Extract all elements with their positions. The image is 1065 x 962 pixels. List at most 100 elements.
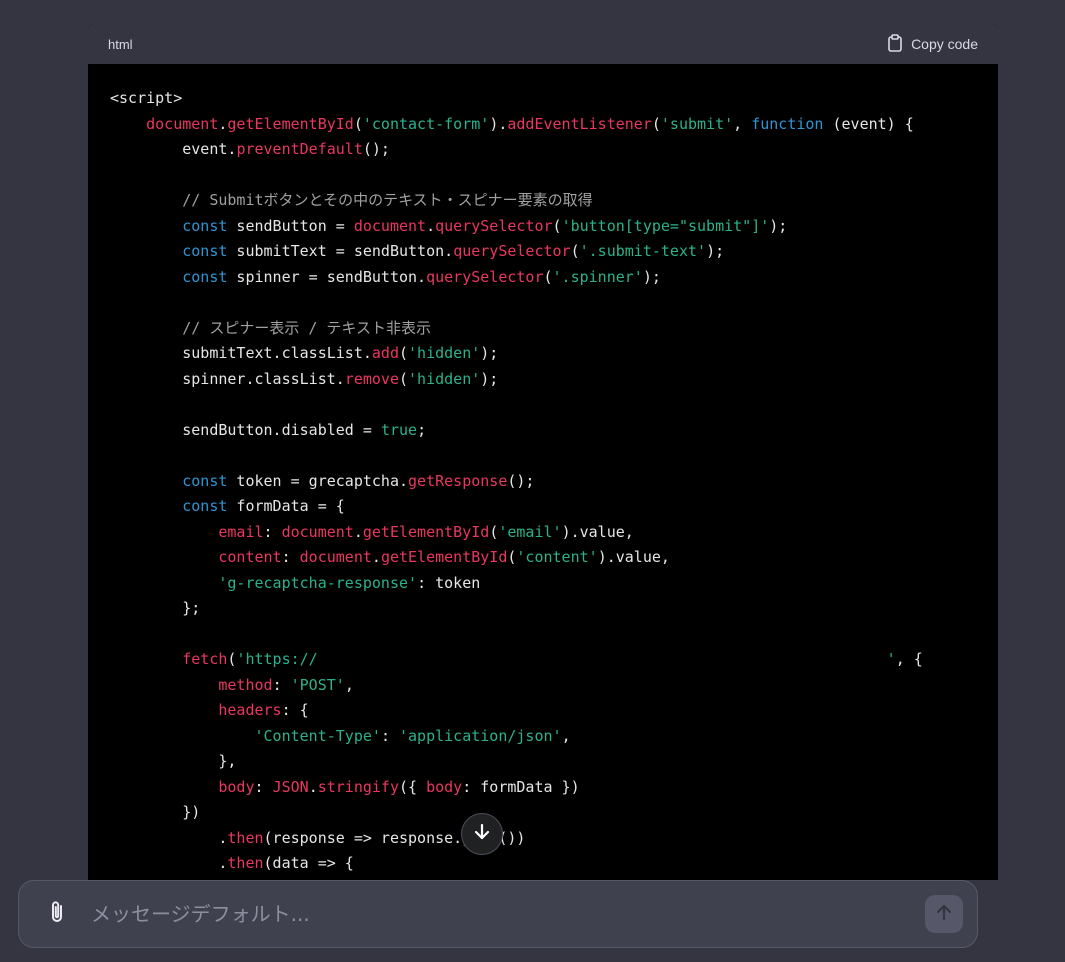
code-token: 'email' [498, 522, 562, 541]
code-token: (); [362, 140, 390, 158]
code-line: email: document.getElementById('email').… [110, 520, 976, 546]
code-token: getElementById [227, 114, 354, 133]
code-token: (data => { [263, 854, 354, 872]
code-token: document [353, 216, 427, 235]
code-line: content: document.getElementById('conten… [110, 545, 976, 571]
code-token: . [426, 216, 436, 235]
scroll-to-bottom-button[interactable] [461, 813, 503, 855]
code-token: ( [399, 344, 409, 362]
code-token: function [751, 114, 824, 133]
code-token: : [380, 726, 399, 745]
code-token: const [182, 267, 228, 286]
code-token: // Submitボタンとその中のテキスト・スピナー要素の取得 [182, 191, 593, 209]
code-token: submitText = sendButton. [227, 242, 454, 260]
send-button[interactable] [925, 895, 963, 933]
code-line: // Submitボタンとその中のテキスト・スピナー要素の取得 [110, 188, 976, 214]
code-token: sendButton = [227, 216, 354, 235]
code-token: , [561, 726, 571, 745]
copy-code-button[interactable]: Copy code [887, 33, 978, 55]
code-line: const token = grecaptcha.getResponse(); [110, 469, 976, 495]
code-token: , { [895, 650, 923, 668]
code-token: 'submit' [660, 114, 734, 133]
code-token: 'application/json' [399, 726, 562, 745]
code-token: 'contact-form' [362, 114, 490, 133]
code-line: const sendButton = document.querySelecto… [110, 214, 976, 240]
attach-button[interactable] [37, 894, 77, 934]
code-line: fetch('https:// ', { [110, 647, 976, 673]
code-token: ).value, [597, 548, 670, 566]
code-line: // スピナー表示 / テキスト非表示 [110, 316, 976, 342]
code-token: . [371, 548, 381, 566]
code-token: 'hidden' [408, 369, 481, 388]
code-line: }) [110, 800, 976, 826]
code-token: : [272, 675, 291, 694]
code-token: getResponse [408, 471, 508, 490]
code-token: ); [769, 216, 788, 235]
code-token: ({ [399, 777, 427, 796]
code-line: document.getElementById('contact-form').… [110, 112, 976, 138]
code-line: submitText.classList.add('hidden'); [110, 341, 976, 367]
code-token: 'Content-Type' [254, 726, 381, 745]
code-line: const spinner = sendButton.querySelector… [110, 265, 976, 291]
code-token: <script> [110, 89, 183, 107]
code-token: body [218, 777, 255, 796]
code-token: 'g-recaptcha-response' [218, 573, 418, 592]
paperclip-icon [46, 899, 68, 929]
code-token: ( [399, 369, 409, 388]
code-token: ). [489, 114, 508, 133]
code-token: spinner.classList. [110, 369, 345, 388]
code-token: ); [706, 242, 725, 260]
code-token: token = grecaptcha. [227, 471, 409, 490]
code-token: querySelector [453, 242, 571, 260]
arrow-up-icon [935, 903, 953, 925]
code-token: ); [480, 344, 499, 362]
code-token: remove [344, 369, 399, 388]
message-composer [18, 880, 978, 948]
code-token: '.submit-text' [579, 242, 707, 260]
code-token: then [227, 854, 264, 872]
code-token: 'button[type="submit"]' [561, 216, 770, 235]
code-line: .then(data => { [110, 851, 976, 877]
clipboard-icon [887, 33, 903, 55]
code-token: body [426, 777, 463, 796]
code-block: html Copy code <script> document.getElem… [88, 24, 998, 880]
code-token: querySelector [435, 216, 553, 235]
code-line: 'g-recaptcha-response': token [110, 571, 976, 597]
code-line: method: 'POST', [110, 673, 976, 699]
code-token: fetch [182, 650, 228, 668]
code-token: (event) { [823, 114, 914, 133]
code-token: add [371, 344, 399, 362]
code-token: const [182, 471, 228, 490]
code-token: 'hidden' [408, 344, 481, 362]
code-token: true [380, 420, 418, 439]
code-line: .then(response => response.json()) [110, 826, 976, 852]
code-token: , [344, 675, 354, 694]
code-token: JSON [272, 777, 309, 796]
code-line: const formData = { [110, 494, 976, 520]
code-token: preventDefault [236, 140, 363, 158]
arrow-down-icon [473, 823, 491, 845]
message-input[interactable] [89, 901, 925, 927]
code-token: method [218, 675, 273, 694]
code-token: (response => response. [263, 828, 463, 847]
code-token: , [733, 114, 752, 133]
code-token: }; [110, 599, 201, 617]
code-token: 'POST' [290, 675, 345, 694]
code-token: then [227, 828, 264, 847]
code-token: // スピナー表示 / テキスト非表示 [182, 318, 431, 337]
code-token: addEventListener [507, 114, 652, 133]
code-token: 'content' [516, 548, 598, 566]
code-token: : { [281, 701, 309, 719]
code-line: 'Content-Type': 'application/json', [110, 724, 976, 750]
